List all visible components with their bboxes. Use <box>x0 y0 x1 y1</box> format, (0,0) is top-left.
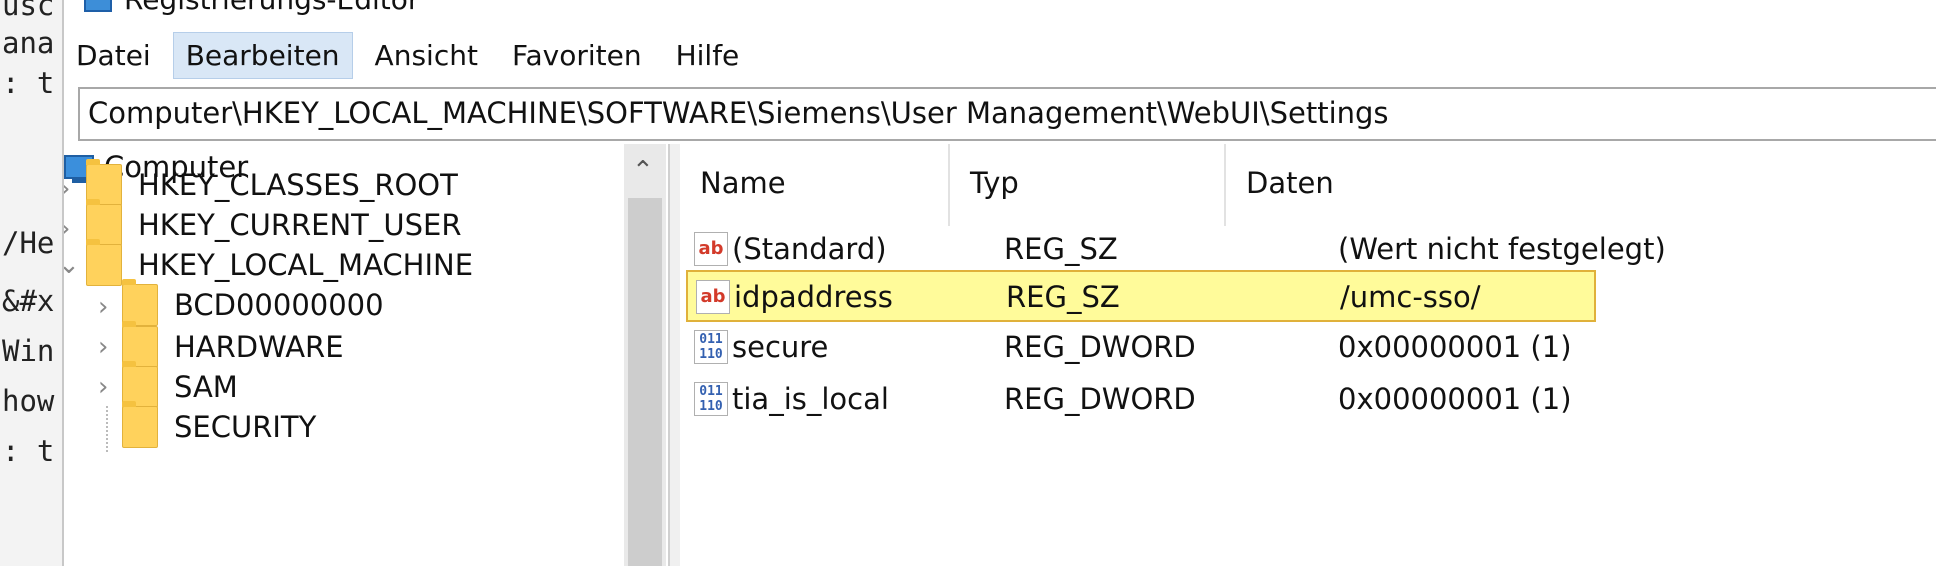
tree-item-bcd00000000[interactable]: BCD00000000 <box>122 279 384 328</box>
mouse-cursor-icon: ⁀ <box>1059 0 1071 14</box>
value-row[interactable]: 011 110 secure REG_DWORD 0x00000001 (1) <box>686 322 1586 374</box>
folder-icon <box>122 279 158 326</box>
chevron-down-icon[interactable]: ⌄ <box>64 250 80 280</box>
value-row-selected[interactable]: ab idpaddress REG_SZ /umc-sso/ <box>686 270 1596 322</box>
value-name: (Standard) <box>732 232 887 266</box>
tree-item-label: HARDWARE <box>174 330 344 364</box>
value-name: secure <box>732 330 829 364</box>
value-data: 0x00000001 (1) <box>1338 330 1572 364</box>
dword-value-icon: 011 110 <box>694 382 728 416</box>
terminal-line: /He <box>2 226 55 260</box>
value-type: REG_SZ <box>1006 280 1120 314</box>
tree-item-label: SECURITY <box>174 410 317 444</box>
value-type: REG_DWORD <box>1004 330 1196 364</box>
address-bar[interactable]: Computer\HKEY_LOCAL_MACHINE\SOFTWARE\Sie… <box>78 87 1936 141</box>
tree-item-label: HKEY_CLASSES_ROOT <box>138 168 458 202</box>
window-title: Registrierungs-Editor <box>124 0 419 16</box>
key-tree-pane: Computer › HKEY_CLASSES_ROOT › HKEY_CURR… <box>64 144 664 566</box>
terminal-line: how <box>2 384 55 418</box>
menu-ansicht[interactable]: Ansicht <box>363 33 490 78</box>
tree-guide-line <box>106 406 108 452</box>
terminal-line: usc <box>2 0 55 22</box>
menu-hilfe[interactable]: Hilfe <box>664 33 752 78</box>
menu-bearbeiten[interactable]: Bearbeiten <box>172 31 353 79</box>
chevron-right-icon[interactable]: › <box>64 174 70 204</box>
terminal-line: ana <box>2 26 55 60</box>
tree-item-label: SAM <box>174 370 238 404</box>
menu-bar: Datei Bearbeiten Ansicht Favoriten Hilfe <box>64 30 761 80</box>
tree-item-label: HKEY_LOCAL_MACHINE <box>138 248 474 282</box>
tree-item-security[interactable]: SECURITY <box>122 401 317 450</box>
tree-item-label: HKEY_CURRENT_USER <box>138 208 462 242</box>
folder-icon <box>122 401 158 448</box>
column-header-name[interactable]: Name <box>680 144 950 226</box>
value-data: 0x00000001 (1) <box>1338 382 1572 416</box>
registry-editor-window: Registrierungs-Editor ⁀ Datei Bearbeiten… <box>62 0 1936 566</box>
string-value-icon: ab <box>696 280 730 314</box>
value-type: REG_SZ <box>1004 232 1118 266</box>
chevron-right-icon[interactable]: › <box>98 372 108 402</box>
terminal-line: &#x <box>2 284 55 318</box>
address-path: Computer\HKEY_LOCAL_MACHINE\SOFTWARE\Sie… <box>88 96 1389 130</box>
value-type: REG_DWORD <box>1004 382 1196 416</box>
value-name: idpaddress <box>734 280 893 314</box>
background-terminal: usc ana : t /He &#x Win how : t <box>0 0 62 566</box>
chevron-right-icon[interactable]: › <box>98 332 108 362</box>
column-header-data[interactable]: Daten <box>1226 144 1936 226</box>
value-name: tia_is_local <box>732 382 889 416</box>
dword-value-icon: 011 110 <box>694 330 728 364</box>
value-row[interactable]: 011 110 tia_is_local REG_DWORD 0x00000001… <box>686 374 1586 426</box>
menu-favoriten[interactable]: Favoriten <box>500 33 654 78</box>
value-data: (Wert nicht festgelegt) <box>1338 232 1666 266</box>
title-bar[interactable]: Registrierungs-Editor ⁀ <box>64 0 1936 20</box>
value-row[interactable]: ab (Standard) REG_SZ (Wert nicht festgel… <box>686 224 1666 276</box>
terminal-line: : t <box>2 434 55 468</box>
regedit-app-icon <box>84 0 112 12</box>
chevron-right-icon[interactable]: › <box>64 214 70 244</box>
tree-scrollbar[interactable]: ⌃ <box>624 144 666 566</box>
scrollbar-thumb[interactable] <box>628 198 662 566</box>
column-header-type[interactable]: Typ <box>950 144 1226 226</box>
chevron-up-icon[interactable]: ⌃ <box>632 156 654 186</box>
tree-item-label: BCD00000000 <box>174 288 384 322</box>
terminal-line: Win <box>2 334 55 368</box>
menu-datei[interactable]: Datei <box>64 33 163 78</box>
folder-icon <box>86 239 122 286</box>
terminal-line: : t <box>2 66 55 100</box>
chevron-right-icon[interactable]: › <box>98 292 108 322</box>
string-value-icon: ab <box>694 232 728 266</box>
values-pane: Name Typ Daten ab (Standard) REG_SZ (Wer… <box>680 144 1936 566</box>
value-data: /umc-sso/ <box>1340 280 1481 314</box>
